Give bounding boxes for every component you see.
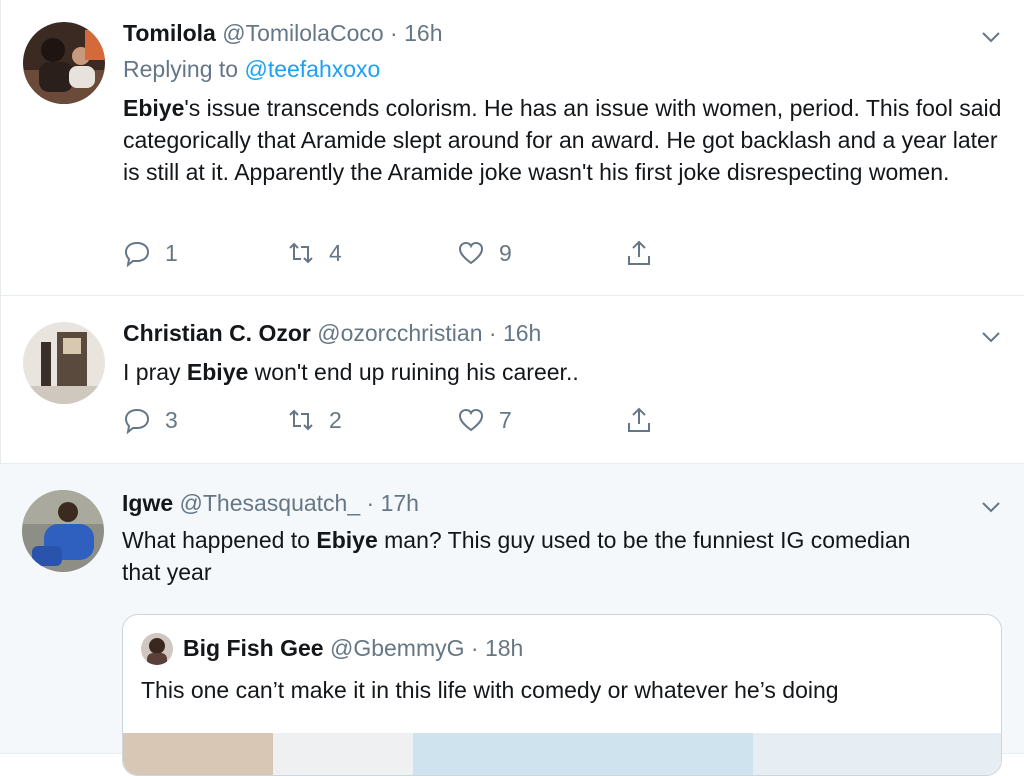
quoted-text: This one can’t make it in this life with… (141, 677, 839, 703)
retweet-count: 2 (329, 406, 342, 433)
tweet-text-prefix: I pray (123, 359, 187, 385)
quoted-avatar (141, 633, 173, 665)
user-handle[interactable]: @ozorcchristian (317, 320, 482, 346)
quoted-user-handle: @GbemmyG (329, 635, 465, 661)
highlight: Ebiye (186, 359, 249, 385)
tweet[interactable]: Tomilola @TomilolaCoco · 16h Replying to… (0, 0, 1024, 296)
separator: · (482, 320, 503, 346)
reply-button[interactable]: 1 (123, 239, 178, 267)
replying-label: Replying to (123, 56, 239, 82)
reply-icon (124, 408, 150, 434)
display-name[interactable]: Tomilola (123, 20, 216, 46)
share-icon (628, 240, 650, 265)
display-name[interactable]: Igwe (122, 490, 173, 516)
reply-button[interactable]: 3 (123, 406, 178, 434)
highlight: Ebiye (316, 527, 378, 553)
tweet[interactable]: Christian C. Ozor @ozorcchristian · 16h … (0, 296, 1024, 464)
chevron-down-icon[interactable] (980, 26, 1002, 48)
like-button[interactable]: 7 (457, 406, 512, 434)
timestamp[interactable]: 16h (503, 320, 541, 346)
share-button[interactable] (625, 239, 667, 267)
chevron-down-icon[interactable] (980, 326, 1002, 348)
retweet-count: 4 (329, 239, 342, 266)
avatar[interactable] (23, 322, 105, 404)
quoted-timestamp: 18h (484, 635, 524, 661)
tweet-text-body: 's issue transcends colorism. He has an … (123, 95, 1002, 185)
quoted-tweet[interactable]: Big Fish Gee @GbemmyG · 18h This one can… (122, 614, 1002, 776)
replying-handle-link[interactable]: @teefahxoxo (244, 56, 380, 82)
replying-to: Replying to @teefahxoxo (123, 56, 380, 83)
quoted-media[interactable] (123, 733, 1001, 775)
avatar[interactable] (23, 22, 105, 104)
like-count: 9 (499, 239, 512, 266)
reply-count: 1 (165, 239, 178, 266)
retweet-icon (289, 409, 313, 431)
tweet-text-body: won't end up ruining his career.. (248, 359, 579, 385)
reply-count: 3 (165, 406, 178, 433)
timestamp[interactable]: 16h (404, 20, 442, 46)
quoted-header: Big Fish Gee @GbemmyG · 18h (183, 635, 523, 662)
tweet-text-prefix: What happened to (122, 527, 317, 553)
quoted-display-name: Big Fish Gee (183, 635, 324, 661)
separator: · (360, 490, 381, 516)
reply-icon (124, 241, 150, 267)
like-icon (458, 408, 484, 432)
tweet-header: Igwe @Thesasquatch_ · 17h (122, 490, 419, 517)
tweet-text: What happened to Ebiye man? This guy use… (122, 524, 922, 588)
user-handle[interactable]: @Thesasquatch_ (180, 490, 361, 516)
tweet-text: I pray Ebiye won't end up ruining his ca… (123, 356, 1013, 388)
retweet-icon (289, 242, 313, 264)
like-button[interactable]: 9 (457, 239, 512, 267)
separator: · (383, 20, 405, 46)
tweet-header: Christian C. Ozor @ozorcchristian · 16h (123, 320, 541, 347)
retweet-button[interactable]: 2 (287, 406, 342, 434)
separator: · (464, 635, 485, 661)
share-button[interactable] (625, 406, 667, 434)
retweet-button[interactable]: 4 (287, 239, 342, 267)
user-handle[interactable]: @TomilolaCoco (222, 20, 383, 46)
chevron-down-icon[interactable] (980, 496, 1002, 518)
tweet-header: Tomilola @TomilolaCoco · 16h (123, 20, 442, 47)
like-count: 7 (499, 406, 512, 433)
display-name[interactable]: Christian C. Ozor (123, 320, 311, 346)
timestamp[interactable]: 17h (381, 490, 419, 516)
highlight: Ebiye (123, 95, 185, 121)
like-icon (458, 241, 484, 265)
avatar[interactable] (22, 490, 104, 572)
tweet-text: Ebiye's issue transcends colorism. He ha… (123, 92, 1013, 188)
share-icon (628, 407, 650, 432)
